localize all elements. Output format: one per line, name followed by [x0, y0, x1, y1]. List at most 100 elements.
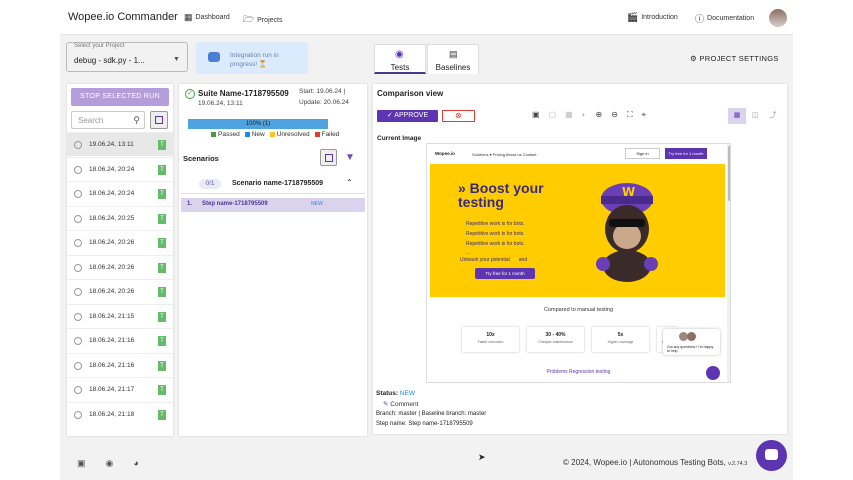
scenarios-copy-button[interactable]: [320, 149, 337, 166]
run-row[interactable]: 18.06.24, 21:15 T: [67, 303, 173, 328]
run-date: 18.06.24, 21:18: [89, 410, 135, 418]
radio-button[interactable]: [74, 239, 82, 247]
run-row[interactable]: 18.06.24, 21:18 T: [67, 401, 173, 426]
run-type-badge: T: [158, 262, 166, 273]
run-date: 18.06.24, 21:15: [89, 312, 135, 320]
linkedin-icon[interactable]: ▣: [77, 458, 86, 469]
preview-navbar: Wopee.io Solutions ▾ Pricing About us Co…: [427, 144, 730, 164]
comment-label: Comment: [390, 401, 419, 408]
scenario-row[interactable]: 0/1 Scenario name-1718795509 ⌃: [181, 174, 365, 194]
run-date: 18.06.24, 20:26: [89, 263, 135, 271]
run-row[interactable]: 18.06.24, 20:26 T: [67, 279, 173, 303]
run-type-badge: T: [158, 336, 166, 346]
project-settings-button[interactable]: ⚙ PROJECT SETTINGS: [690, 54, 779, 63]
run-date: 18.06.24, 21:16: [89, 337, 135, 344]
select-area-icon[interactable]: ▢: [549, 110, 557, 120]
radio-button[interactable]: [74, 214, 82, 223]
search-icon: ⚲: [133, 115, 140, 125]
avatar[interactable]: [769, 9, 787, 27]
tab-baselines[interactable]: ▤ Baselines: [427, 44, 479, 74]
nav-documentation[interactable]: ⓘ Documentation: [695, 12, 754, 25]
run-date: 18.06.24, 21:16: [89, 361, 135, 369]
preview-line: Repetitive work is for bots.: [466, 231, 525, 237]
nav-introduction[interactable]: 🎬 Introduction: [627, 12, 678, 23]
image-toolbar: ▣ ▢ ▦ ◐ ⊕ ⊖ ⛶ ⌖: [532, 110, 646, 120]
single-view-icon[interactable]: ▦: [728, 108, 746, 124]
tab-baselines-label: Baselines: [435, 63, 471, 72]
side-by-side-icon[interactable]: ◫: [746, 108, 764, 124]
preview-regression-link: Problems Regression testing: [546, 369, 611, 375]
contrast-icon[interactable]: ◐: [582, 110, 587, 120]
radio-button[interactable]: [74, 386, 82, 394]
run-type-badge: T: [158, 409, 166, 420]
legend-passed: Passed: [211, 131, 240, 138]
run-row[interactable]: 18.06.24, 20:26 T: [67, 230, 173, 254]
comment-button[interactable]: ✎ Comment: [383, 400, 418, 408]
preview-headline: » Boost your testing: [458, 180, 544, 210]
radio-button[interactable]: [74, 288, 82, 296]
run-row[interactable]: 18.06.24, 21:16 T: [67, 352, 173, 377]
image-icon[interactable]: ▦: [565, 110, 573, 120]
approve-label: APPROVE: [394, 112, 429, 119]
run-type-badge: T: [158, 385, 166, 395]
preview-logo: Wopee.io: [435, 151, 455, 156]
run-row[interactable]: 18.06.24, 20:24 T: [67, 156, 173, 181]
radio-button[interactable]: [74, 141, 82, 149]
copy-button[interactable]: [150, 111, 168, 129]
preview-nav-links: Solutions ▾ Pricing About us Contact: [472, 152, 537, 157]
zoom-in-icon[interactable]: ⊕: [596, 110, 603, 120]
run-date: 18.06.24, 20:26: [89, 288, 135, 295]
run-row[interactable]: 18.06.24, 20:26 T: [67, 254, 173, 279]
nav-projects[interactable]: 🗁 Projects: [243, 12, 282, 28]
stop-selected-run-button[interactable]: STOP SELECTED RUN: [71, 88, 169, 106]
svg-text:W: W: [622, 185, 635, 199]
nav-dashboard[interactable]: ▦ Dashboard: [184, 12, 230, 23]
zoom-out-icon[interactable]: ⊖: [611, 110, 618, 120]
run-row[interactable]: 18.06.24, 20:24 T: [67, 181, 173, 205]
run-type-badge: T: [158, 287, 166, 297]
preview-hero: » Boost your testing Repetitive work is …: [430, 164, 725, 297]
radio-button[interactable]: [74, 410, 82, 419]
status-badge: NEW: [399, 390, 416, 397]
current-image-label: Current Image: [377, 135, 422, 142]
status-label: Status:: [376, 390, 399, 397]
run-row[interactable]: 18.06.24, 20:25 T: [67, 205, 173, 230]
step-row[interactable]: 1. Step name-1718795509 NEW: [181, 198, 365, 212]
center-focus-icon[interactable]: ⌖: [642, 110, 647, 120]
fullscreen-icon[interactable]: ⛶: [627, 110, 633, 120]
run-row[interactable]: 19.06.24, 13:11 T: [67, 132, 173, 156]
filter-icon[interactable]: ▼: [345, 152, 355, 163]
chat-button[interactable]: [756, 440, 787, 471]
radio-button[interactable]: [74, 165, 82, 174]
preview-line: Unleash your potential ✨ and: [460, 257, 528, 263]
radio-button[interactable]: [74, 190, 82, 198]
project-settings-label: PROJECT SETTINGS: [699, 54, 779, 63]
suite-legend: Passed New Unresolved Failed: [211, 131, 339, 138]
tab-tests[interactable]: ◉ Tests: [374, 44, 426, 74]
run-row[interactable]: 18.06.24, 21:16 T: [67, 328, 173, 352]
run-row[interactable]: 18.06.24, 21:17 T: [67, 377, 173, 401]
copy-icon: [155, 116, 163, 124]
approve-button[interactable]: ✓ APPROVE: [377, 110, 438, 122]
reject-button[interactable]: ⊗: [442, 110, 475, 122]
run-date: 18.06.24, 20:25: [89, 214, 135, 222]
run-date: 18.06.24, 21:17: [89, 386, 135, 393]
chevron-up-icon[interactable]: ⌃: [346, 178, 353, 187]
copy-icon: [325, 154, 333, 162]
preview-scrollbar[interactable]: [727, 144, 730, 382]
screenshot-preview[interactable]: Wopee.io Solutions ▾ Pricing About us Co…: [426, 143, 731, 383]
crop-icon[interactable]: ▣: [532, 110, 540, 120]
radio-button[interactable]: [74, 337, 82, 345]
radio-button[interactable]: [74, 263, 82, 272]
footer-copyright: © 2024, Wopee.io | Autonomous Testing Bo…: [563, 458, 748, 467]
radio-button[interactable]: [74, 361, 82, 370]
legend-unresolved: Unresolved: [269, 131, 310, 138]
app-version: v.2.74.3: [728, 461, 748, 467]
github-icon[interactable]: ◉: [106, 458, 114, 469]
radio-button[interactable]: [74, 312, 82, 321]
search-input[interactable]: Search ⚲: [71, 111, 145, 129]
overlay-icon[interactable]: ⤴: [764, 108, 782, 124]
suite-start: Start: 19.06.24 |: [299, 88, 346, 95]
brand-title[interactable]: Wopee.io Commander: [68, 11, 178, 23]
discord-icon[interactable]: ◕: [133, 458, 138, 469]
